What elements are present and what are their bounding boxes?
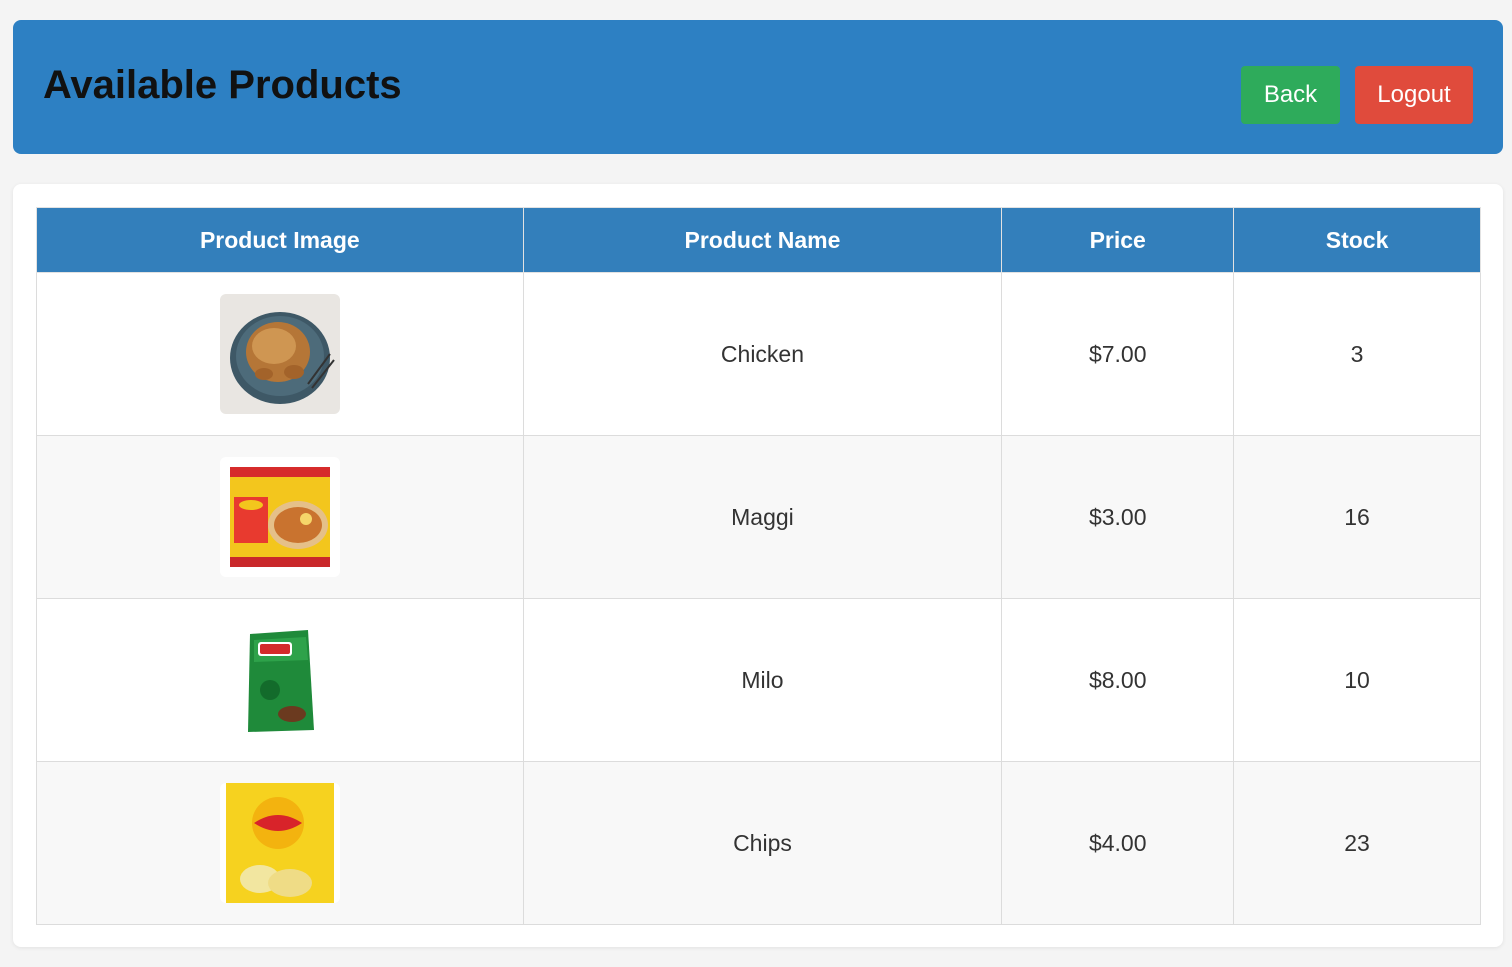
roast-chicken-image — [219, 294, 340, 414]
column-header-price: Price — [1001, 207, 1235, 273]
product-name: Chips — [522, 761, 1003, 925]
products-card: Product Image Product Name Price Stock C… — [13, 184, 1503, 947]
product-stock: 23 — [1233, 761, 1481, 925]
product-image-cell — [36, 435, 524, 599]
product-image-cell — [36, 272, 524, 436]
product-price: $3.00 — [1001, 435, 1235, 599]
product-stock: 3 — [1233, 272, 1481, 436]
page-title: Available Products — [43, 63, 402, 107]
milo-pack-image — [219, 620, 340, 740]
table-row: Milo $8.00 10 — [36, 598, 1481, 762]
product-stock: 10 — [1233, 598, 1481, 762]
lays-chips-image — [219, 783, 340, 903]
table-row: Chicken $7.00 3 — [36, 272, 1481, 436]
maggi-noodles-image — [219, 457, 340, 577]
product-price: $7.00 — [1001, 272, 1235, 436]
product-name: Chicken — [522, 272, 1003, 436]
table-row: Maggi $3.00 16 — [36, 435, 1481, 599]
product-stock: 16 — [1233, 435, 1481, 599]
products-table: Product Image Product Name Price Stock C… — [36, 207, 1481, 925]
page-header: Available Products Back Logout — [13, 20, 1503, 154]
product-name: Milo — [522, 598, 1003, 762]
column-header-image: Product Image — [36, 207, 524, 273]
table-row: Chips $4.00 23 — [36, 761, 1481, 925]
table-header-row: Product Image Product Name Price Stock — [36, 207, 1481, 273]
column-header-name: Product Name — [522, 207, 1003, 273]
product-image-cell — [36, 598, 524, 762]
column-header-stock: Stock — [1233, 207, 1481, 273]
product-name: Maggi — [522, 435, 1003, 599]
product-image-cell — [36, 761, 524, 925]
product-price: $4.00 — [1001, 761, 1235, 925]
back-button[interactable]: Back — [1241, 66, 1340, 124]
product-price: $8.00 — [1001, 598, 1235, 762]
logout-button[interactable]: Logout — [1355, 66, 1473, 124]
